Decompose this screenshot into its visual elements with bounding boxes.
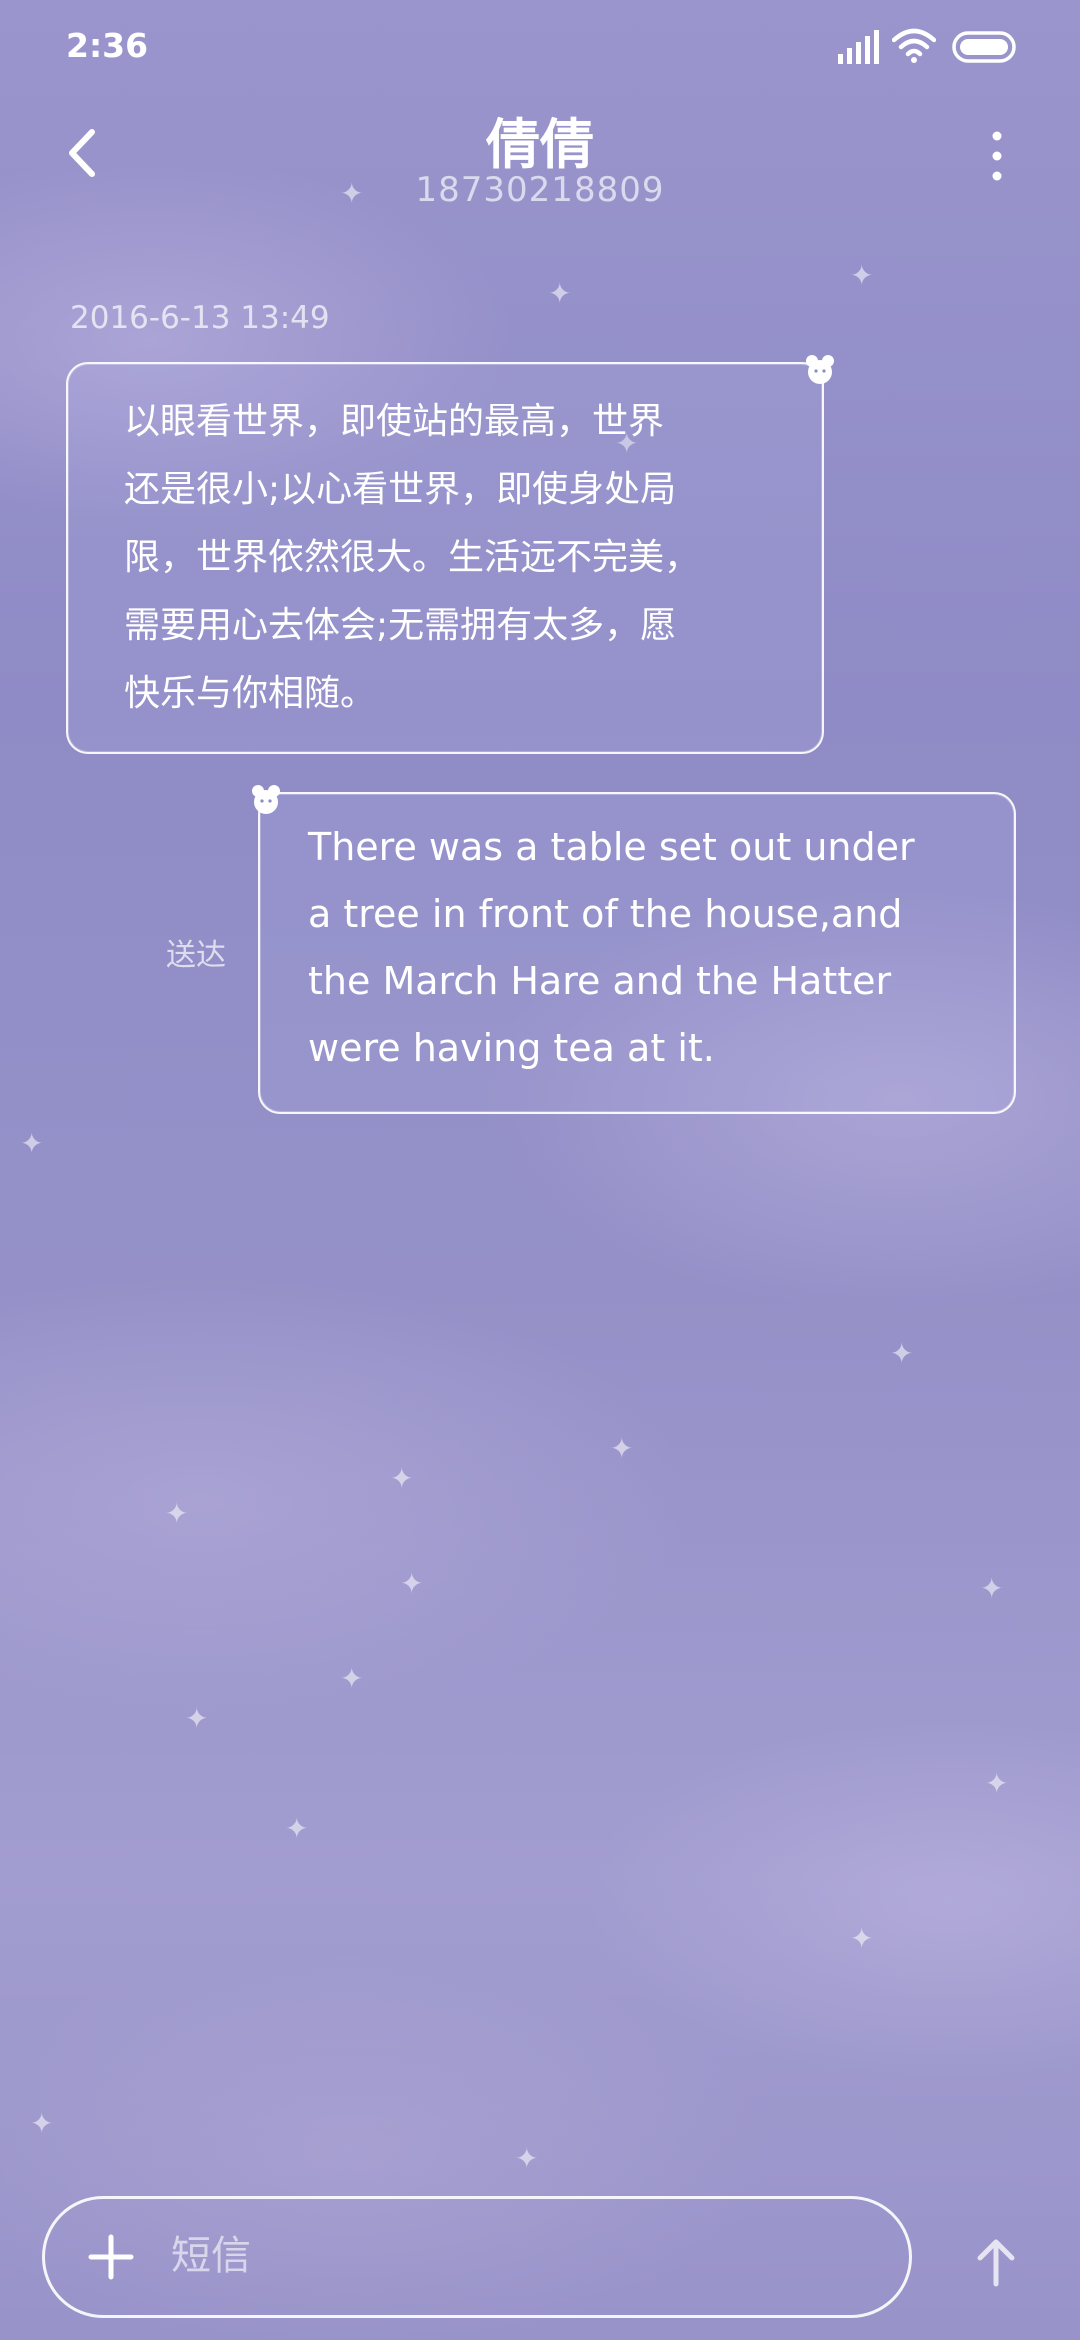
sparkle-decoration: ✦ [850,259,874,292]
message-timestamp: 2016-6-13 13:49 [70,300,330,336]
outgoing-message-bubble[interactable]: There was a table set out under a tree i… [252,785,1016,1114]
message-line: 限，世界依然很大。生活远不完美， [124,537,701,578]
message-text: There was a table set out under a tree i… [308,814,998,1082]
sparkle-decoration: ✦ [20,1127,44,1160]
message-line: There was a table set out under [308,825,915,869]
message-text: 以眼看世界，即使站的最高，世界 还是很小;以心看世界，即使身处局 限，世界依然很… [124,388,784,728]
status-time: 2:36 [66,26,149,65]
sparkle-decoration: ✦ [390,1462,414,1495]
more-vertical-icon[interactable] [976,126,1018,186]
status-bar: 2:36 [0,0,1080,90]
sparkle-decoration: ✦ [890,1337,914,1370]
sparkle-decoration: ✦ [610,1432,634,1465]
message-composer[interactable]: 短信 [42,2196,912,2318]
incoming-message-bubble[interactable]: 以眼看世界，即使站的最高，世界 还是很小;以心看世界，即使身处局 限，世界依然很… [66,355,834,754]
sparkle-decoration: ✦ [165,1497,189,1530]
message-input[interactable]: 短信 [171,2223,251,2281]
sparkle-decoration: ✦ [340,1662,364,1695]
message-line: the March Hare and the Hatter [308,959,892,1003]
contact-name: 倩倩 [486,113,594,176]
message-line: were having tea at it. [308,1026,715,1070]
sparkle-decoration: ✦ [515,2142,539,2175]
sparkle-decoration: ✦ [285,1812,309,1845]
bear-sticker-icon [806,355,834,384]
message-line: 还是很小;以心看世界，即使身处局 [124,469,677,510]
bear-sticker-icon [252,785,280,814]
sparkle-decoration: ✦ [185,1702,209,1735]
arrow-up-icon[interactable] [972,2236,1020,2288]
battery-icon [952,31,1016,63]
wifi-icon [892,28,936,63]
message-line: a tree in front of the house,and [308,892,903,936]
message-line: 需要用心去体会;无需拥有太多，愿 [124,605,677,646]
message-line: 快乐与你相随。 [124,673,377,714]
sparkle-decoration: ✦ [985,1767,1009,1800]
sparkle-decoration: ✦ [850,1922,874,1955]
sparkle-decoration: ✦ [30,2107,54,2140]
plus-icon[interactable] [83,2229,139,2285]
delivery-status: 送达 [166,938,226,973]
sparkle-decoration: ✦ [980,1572,1004,1605]
sparkle-decoration: ✦ [548,277,572,310]
sparkle-decoration: ✦ [400,1567,424,1600]
message-line: 以眼看世界，即使站的最高，世界 [124,401,665,442]
contact-number: 18730218809 [415,170,665,210]
signal-icon [838,30,879,64]
